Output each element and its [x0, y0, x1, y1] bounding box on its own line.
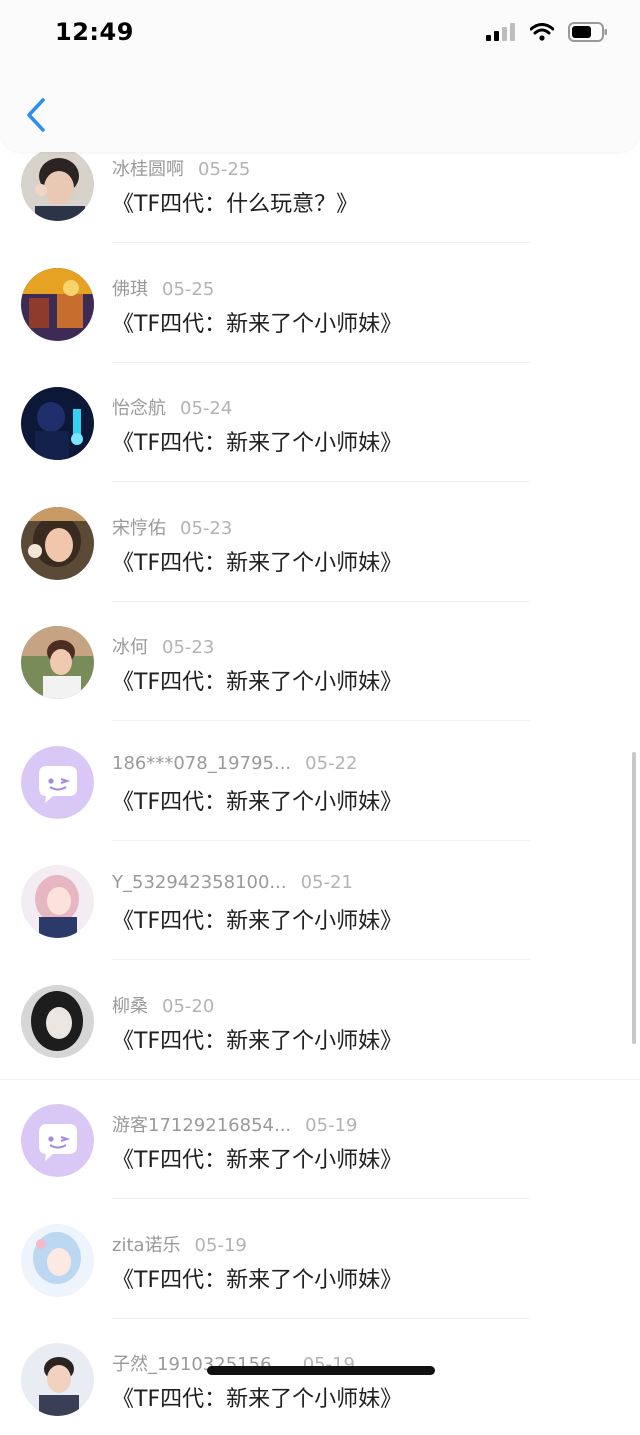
post-date: 05-24 [180, 398, 233, 419]
username[interactable]: 游客17129216854... [112, 1115, 291, 1136]
status-time: 12:49 [55, 18, 134, 46]
battery-icon [568, 22, 607, 42]
avatar[interactable] [21, 387, 94, 460]
item-title[interactable]: 《TF四代：新来了个小师妹》 [112, 1262, 402, 1294]
stage-photo-avatar-icon [21, 387, 94, 460]
girl-bw-photo-avatar-icon [21, 984, 94, 1058]
avatar[interactable] [21, 506, 94, 580]
username[interactable]: 冰何 [112, 637, 148, 658]
post-date: 05-19 [194, 1234, 247, 1256]
list-item[interactable]: 游客17129216854... 05-19 《TF四代：新来了个小师妹》 [0, 1076, 640, 1199]
username[interactable]: 怡念航 [112, 398, 166, 419]
item-meta: zita诺乐 05-19 [112, 1231, 247, 1257]
item-title[interactable]: 《TF四代：新来了个小师妹》 [112, 545, 402, 577]
post-date: 05-23 [180, 517, 233, 539]
avatar[interactable] [21, 1343, 94, 1416]
boy-photo-avatar-icon [21, 1343, 94, 1416]
item-meta: 186***078_19795... 05-22 [112, 753, 357, 774]
item-title[interactable]: 《TF四代：新来了个小师妹》 [112, 903, 402, 935]
item-meta: 游客17129216854... 05-19 [112, 1111, 357, 1137]
post-date: 05-19 [305, 1115, 358, 1136]
avatar[interactable] [21, 984, 94, 1058]
list-item[interactable]: 佛琪 05-25 《TF四代：新来了个小师妹》 [0, 240, 640, 363]
item-title[interactable]: 《TF四代：什么玩意？》 [112, 186, 358, 218]
item-title[interactable]: 《TF四代：新来了个小师妹》 [112, 664, 402, 696]
item-meta: 佛琪 05-25 [112, 275, 214, 301]
avatar[interactable] [21, 626, 94, 699]
list-item[interactable]: 柳桑 05-20 《TF四代：新来了个小师妹》 [0, 957, 640, 1080]
username[interactable]: 冰桂圆啊 [112, 159, 184, 180]
item-title[interactable]: 《TF四代：新来了个小师妹》 [112, 1142, 402, 1174]
item-meta: 怡念航 05-24 [112, 394, 232, 420]
avatar[interactable] [21, 1104, 94, 1177]
item-meta: 柳桑 05-20 [112, 992, 214, 1018]
post-date: 05-21 [300, 872, 353, 893]
avatar[interactable] [21, 865, 94, 938]
item-meta: 冰何 05-23 [112, 633, 214, 659]
username[interactable]: zita诺乐 [112, 1235, 181, 1256]
scrollbar[interactable] [632, 752, 636, 1044]
item-title[interactable]: 《TF四代：新来了个小师妹》 [112, 425, 402, 457]
username[interactable]: 186***078_19795... [112, 753, 291, 774]
status-icons [486, 22, 608, 42]
nav-header: 12:49 [0, 0, 640, 152]
post-date: 05-25 [162, 278, 215, 300]
username[interactable]: 柳桑 [112, 996, 148, 1017]
item-title[interactable]: 《TF四代：新来了个小师妹》 [112, 1381, 402, 1413]
avatar[interactable] [21, 745, 94, 819]
wifi-icon [530, 23, 554, 41]
list-item[interactable]: 186***078_19795... 05-22 《TF四代：新来了个小师妹》 [0, 718, 640, 841]
boy-photo-avatar-icon [21, 626, 94, 699]
post-date: 05-23 [162, 637, 215, 658]
anime-blue-avatar-icon [21, 1223, 94, 1297]
avatar[interactable] [21, 148, 94, 221]
default-chat-avatar-icon [21, 1104, 94, 1177]
home-indicator[interactable] [207, 1366, 435, 1375]
list-item[interactable]: 宋悙佑 05-23 《TF四代：新来了个小师妹》 [0, 479, 640, 602]
cellular-signal-icon [486, 23, 515, 41]
item-title[interactable]: 《TF四代：新来了个小师妹》 [112, 784, 402, 816]
avatar[interactable] [21, 267, 94, 341]
game-art-avatar-icon [21, 267, 94, 341]
username[interactable]: 佛琪 [112, 279, 148, 300]
username[interactable]: 宋悙佑 [112, 518, 166, 539]
post-date: 05-25 [198, 159, 251, 180]
list-item[interactable]: 冰何 05-23 《TF四代：新来了个小师妹》 [0, 598, 640, 721]
post-date: 05-20 [162, 995, 215, 1017]
item-meta: Y_532942358100... 05-21 [112, 872, 353, 893]
anime-girl-avatar-icon [21, 865, 94, 938]
girl-photo-avatar-icon [21, 506, 94, 580]
username[interactable]: Y_532942358100... [112, 872, 287, 893]
avatar[interactable] [21, 1223, 94, 1297]
item-meta: 冰桂圆啊 05-25 [112, 155, 250, 181]
item-meta: 宋悙佑 05-23 [112, 514, 232, 540]
back-button[interactable] [18, 92, 54, 138]
list-item[interactable]: zita诺乐 05-19 《TF四代：新来了个小师妹》 [0, 1196, 640, 1319]
item-title[interactable]: 《TF四代：新来了个小师妹》 [112, 306, 402, 338]
list-item[interactable]: 怡念航 05-24 《TF四代：新来了个小师妹》 [0, 359, 640, 482]
item-title[interactable]: 《TF四代：新来了个小师妹》 [112, 1023, 402, 1055]
default-chat-avatar-icon [21, 745, 94, 819]
post-date: 05-22 [305, 752, 358, 774]
chevron-left-icon [27, 98, 45, 132]
list-item[interactable]: Y_532942358100... 05-21 《TF四代：新来了个小师妹》 [0, 837, 640, 960]
photo-boy-avatar-icon [21, 148, 94, 221]
